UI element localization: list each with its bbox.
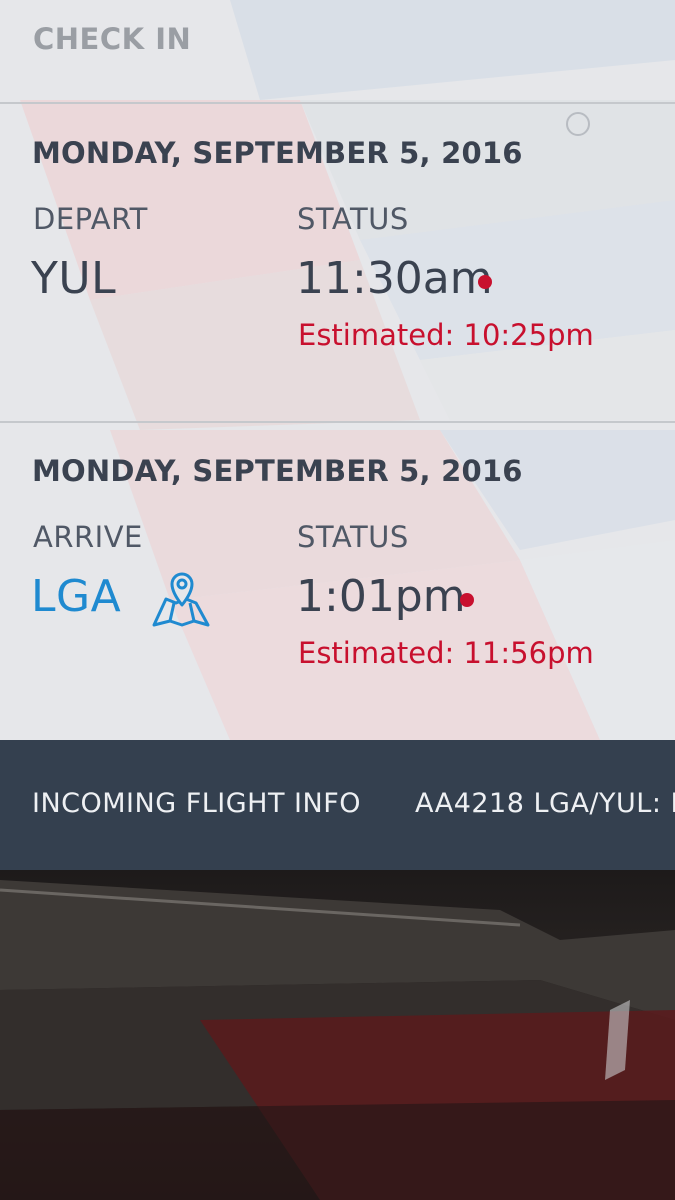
delay-indicator-dot (478, 275, 492, 289)
incoming-flight-info-label: INCOMING FLIGHT INFO (32, 788, 362, 819)
divider (0, 102, 675, 104)
arrive-estimated-time: Estimated: 11:56pm (298, 636, 594, 670)
depart-date: MONDAY, SEPTEMBER 5, 2016 (32, 136, 523, 170)
arrive-date: MONDAY, SEPTEMBER 5, 2016 (32, 454, 523, 488)
map-pin-icon[interactable] (150, 569, 212, 631)
delay-indicator-dot (460, 593, 474, 607)
depart-label: DEPART (33, 202, 148, 236)
arrive-scheduled-time: 1:01pm (296, 571, 466, 622)
check-in-title[interactable]: CHECK IN (33, 22, 191, 56)
aircraft-background (0, 870, 675, 1200)
divider (0, 421, 675, 423)
arrive-label: ARRIVE (33, 520, 143, 554)
depart-airport: YUL (31, 253, 117, 304)
arrive-status-label: STATUS (297, 520, 409, 554)
arrive-section: MONDAY, SEPTEMBER 5, 2016 ARRIVE STATUS … (0, 424, 675, 740)
depart-scheduled-time: 11:30am (296, 253, 493, 304)
depart-status-label: STATUS (297, 202, 409, 236)
depart-section: MONDAY, SEPTEMBER 5, 2016 DEPART STATUS … (0, 106, 675, 421)
arrive-airport-link[interactable]: LGA (31, 571, 121, 622)
depart-estimated-time: Estimated: 10:25pm (298, 318, 594, 352)
incoming-flight-info-bar[interactable]: INCOMING FLIGHT INFO AA4218 LGA/YUL: D (0, 740, 675, 870)
incoming-flight-info-value: AA4218 LGA/YUL: D (415, 788, 675, 819)
